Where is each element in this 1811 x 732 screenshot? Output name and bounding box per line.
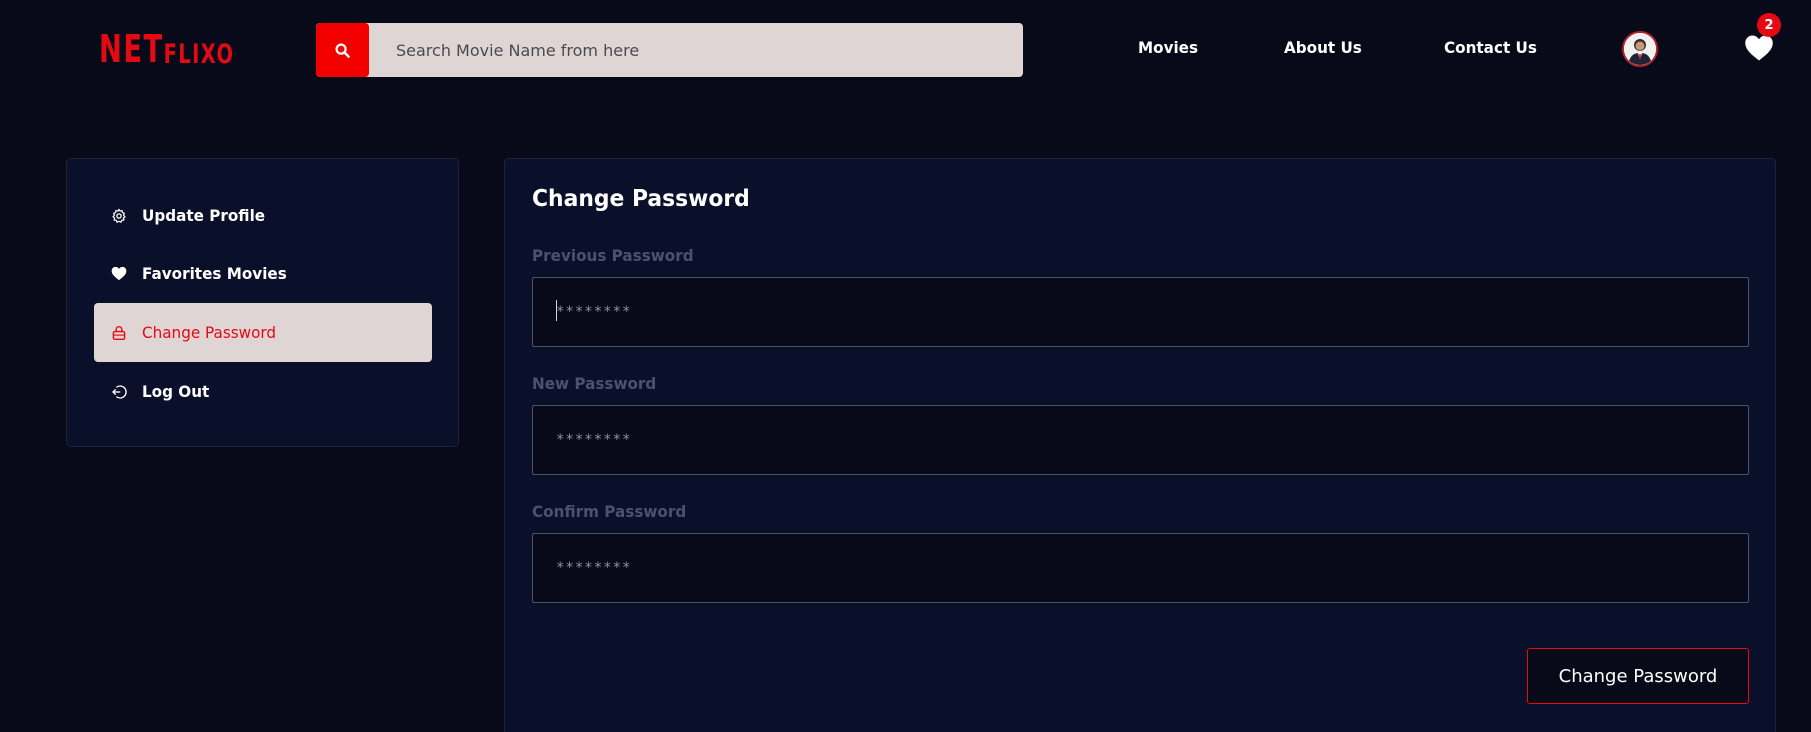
heart-icon bbox=[1745, 35, 1773, 61]
search-bar bbox=[316, 23, 1023, 77]
new-password-field[interactable] bbox=[532, 405, 1749, 475]
logout-icon bbox=[110, 383, 128, 401]
favorites-link[interactable] bbox=[1744, 34, 1776, 64]
nav-contact-us[interactable]: Contact Us bbox=[1444, 38, 1537, 57]
page-title: Change Password bbox=[532, 186, 750, 212]
gear-icon bbox=[110, 207, 128, 225]
top-header: NETFLIXO Movies About Us Contact Us 2 bbox=[0, 0, 1811, 100]
sidebar-item-change-password[interactable]: Change Password bbox=[94, 303, 432, 362]
heart-icon bbox=[110, 265, 128, 283]
sidebar-item-label: Change Password bbox=[142, 323, 277, 342]
previous-password-field[interactable] bbox=[532, 277, 1749, 347]
change-password-panel: Change Password Previous Password New Pa… bbox=[504, 158, 1776, 732]
sidebar-item-label: Log Out bbox=[142, 382, 210, 401]
logo-text-big: NET bbox=[99, 27, 164, 71]
sidebar-item-update-profile[interactable]: Update Profile bbox=[94, 186, 432, 245]
confirm-password-label: Confirm Password bbox=[532, 502, 687, 521]
lock-icon bbox=[110, 324, 128, 342]
search-input[interactable] bbox=[396, 23, 996, 77]
search-button[interactable] bbox=[316, 23, 369, 77]
sidebar-item-label: Favorites Movies bbox=[142, 264, 287, 283]
sidebar-item-log-out[interactable]: Log Out bbox=[94, 362, 432, 421]
new-password-label: New Password bbox=[532, 374, 657, 393]
text-caret bbox=[556, 300, 557, 321]
account-sidebar: Update Profile Favorites Movies Change P… bbox=[66, 158, 459, 447]
change-password-button[interactable]: Change Password bbox=[1527, 648, 1749, 704]
avatar-image bbox=[1624, 33, 1656, 65]
nav-about-us[interactable]: About Us bbox=[1284, 38, 1362, 57]
logo-text-small: FLIXO bbox=[163, 39, 235, 70]
sidebar-item-label: Update Profile bbox=[142, 206, 266, 225]
search-icon bbox=[335, 42, 350, 58]
previous-password-label: Previous Password bbox=[532, 246, 694, 265]
nav-movies[interactable]: Movies bbox=[1138, 38, 1198, 57]
confirm-password-field[interactable] bbox=[532, 533, 1749, 603]
favorites-count-badge: 2 bbox=[1757, 13, 1781, 37]
netflixo-logo[interactable]: NET FLIXO bbox=[99, 30, 235, 68]
user-avatar[interactable] bbox=[1622, 31, 1658, 67]
sidebar-item-favorites-movies[interactable]: Favorites Movies bbox=[94, 244, 432, 303]
